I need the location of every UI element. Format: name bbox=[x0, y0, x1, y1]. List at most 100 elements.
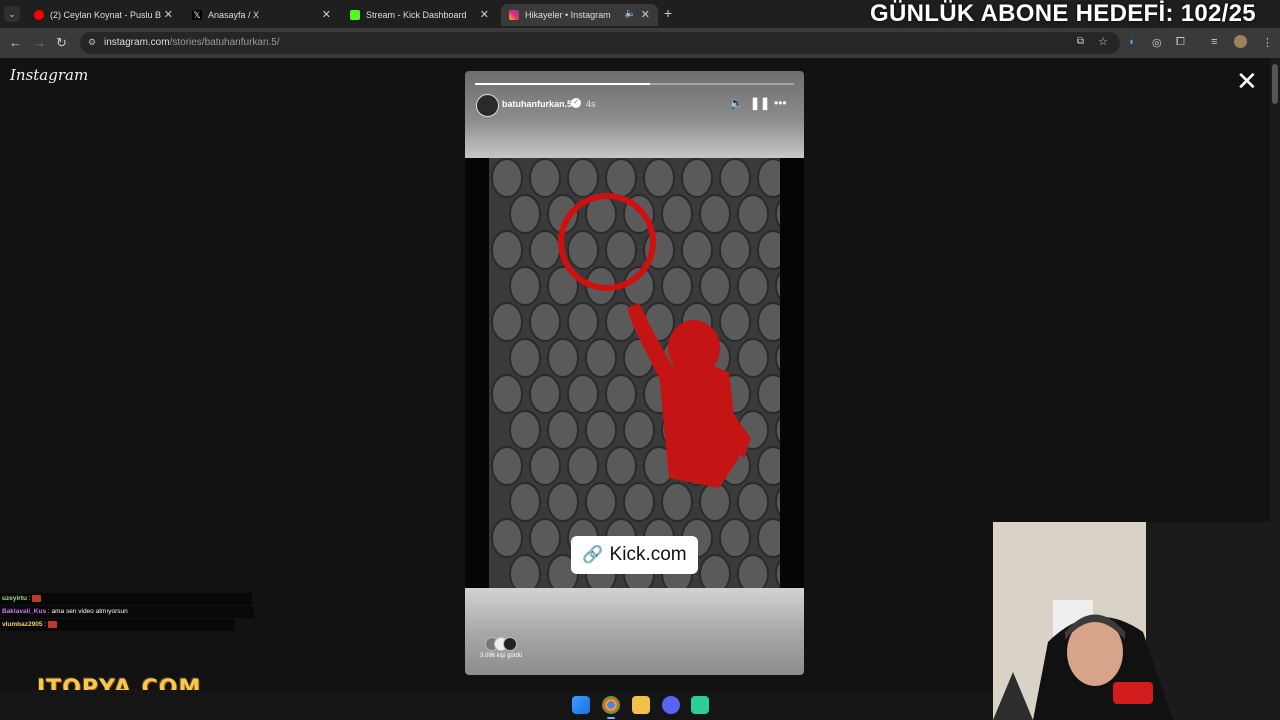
crowd-head bbox=[605, 374, 637, 414]
crowd-head bbox=[737, 194, 769, 234]
chat-message: vlumbaz2905 : bbox=[0, 619, 235, 631]
tab-title: Stream - Kick Dashboard bbox=[366, 10, 467, 20]
pause-icon[interactable]: ❚❚ bbox=[750, 96, 770, 110]
avatar[interactable] bbox=[476, 94, 499, 117]
crowd-head bbox=[491, 374, 523, 414]
crowd-head bbox=[737, 554, 769, 588]
media-control-icon[interactable]: ≡ bbox=[1211, 36, 1217, 48]
crowd-head bbox=[509, 266, 541, 306]
close-icon[interactable]: ✕ bbox=[1236, 68, 1258, 94]
crowd-head bbox=[585, 482, 617, 522]
profile-avatar-icon[interactable] bbox=[1234, 35, 1247, 48]
crowd-head bbox=[757, 518, 780, 558]
crowd-head bbox=[491, 518, 523, 558]
crowd-head bbox=[661, 482, 693, 522]
new-tab-button[interactable]: + bbox=[664, 5, 672, 21]
close-tab-icon[interactable]: ✕ bbox=[322, 8, 331, 21]
tab-title: Hikayeler • Instagram bbox=[525, 10, 611, 20]
crowd-head bbox=[567, 374, 599, 414]
chat-message: Baklavali_Kus : ama sen video atmıyorsun bbox=[0, 606, 254, 618]
crowd-head bbox=[699, 554, 731, 588]
chat-username: uzeyirtu bbox=[2, 595, 27, 602]
more-options-icon[interactable]: ••• bbox=[774, 96, 787, 110]
tab-x[interactable]: 𝕏 Anasayfa / X ✕ bbox=[184, 4, 339, 26]
file-explorer-icon[interactable] bbox=[632, 696, 650, 714]
close-tab-icon[interactable]: ✕ bbox=[480, 8, 489, 21]
story-username[interactable]: batuhanfurkan.5 bbox=[502, 99, 572, 109]
crowd-head bbox=[605, 230, 637, 270]
extension-icon[interactable]: ◎ bbox=[1152, 36, 1162, 49]
crowd-head bbox=[681, 158, 713, 198]
crowd-head bbox=[661, 266, 693, 306]
crowd-head bbox=[509, 194, 541, 234]
tab-youtube[interactable]: (2) Ceylan Koynat - Puslu B ✕ bbox=[26, 4, 181, 26]
speaker-icon[interactable]: 🔈 bbox=[625, 8, 636, 19]
chat-text: ama sen video atmıyorsun bbox=[51, 608, 128, 615]
crowd-head bbox=[547, 410, 579, 450]
audio-icon[interactable]: ◖ bbox=[1128, 36, 1135, 48]
address-bar[interactable]: ⚙ instagram.com/stories/batuhanfurkan.5/… bbox=[80, 32, 1120, 54]
kick-favicon-icon bbox=[350, 10, 360, 20]
tab-instagram[interactable]: Hikayeler • Instagram 🔈 ✕ bbox=[501, 4, 658, 26]
tab-title: Anasayfa / X bbox=[208, 10, 260, 20]
crowd-head bbox=[737, 266, 769, 306]
crowd-head bbox=[757, 158, 780, 198]
close-tab-icon[interactable]: ✕ bbox=[641, 8, 650, 21]
link-sticker[interactable]: 🔗 Kick.com bbox=[571, 536, 698, 574]
arrow-left-icon[interactable]: ← bbox=[9, 35, 22, 50]
bookmark-star-icon[interactable]: ☆ bbox=[1098, 35, 1108, 48]
story-progress-bar bbox=[475, 83, 794, 85]
crowd-head bbox=[623, 410, 655, 450]
story-footer bbox=[465, 588, 804, 675]
site-info-icon[interactable]: ⚙ bbox=[88, 37, 96, 48]
crowd-head bbox=[585, 410, 617, 450]
instagram-logo[interactable]: Instagram bbox=[10, 66, 88, 84]
webcam-feed bbox=[993, 522, 1280, 720]
discord-icon[interactable] bbox=[662, 696, 680, 714]
crowd-head bbox=[699, 482, 731, 522]
crowd-head bbox=[605, 446, 637, 486]
tab-kick[interactable]: Stream - Kick Dashboard ✕ bbox=[342, 4, 497, 26]
close-tab-icon[interactable]: ✕ bbox=[164, 8, 173, 21]
install-app-icon[interactable]: ⧉ bbox=[1077, 36, 1084, 47]
volume-icon[interactable]: 🔈 bbox=[729, 96, 744, 110]
reload-icon[interactable]: ↻ bbox=[56, 35, 67, 51]
link-icon: 🔗 bbox=[582, 545, 604, 564]
crowd-head bbox=[757, 446, 780, 486]
crowd-head bbox=[567, 446, 599, 486]
tab-search-icon[interactable]: ⌄ bbox=[4, 6, 20, 22]
view-count[interactable]: 3.096 kişi gördü bbox=[480, 653, 522, 659]
crowd-head bbox=[529, 374, 561, 414]
story-media[interactable]: 🔗 Kick.com bbox=[465, 158, 804, 588]
chat-username: Baklavali_Kus bbox=[2, 608, 47, 615]
crowd-head bbox=[737, 482, 769, 522]
crowd-head bbox=[547, 482, 579, 522]
crowd-head bbox=[567, 302, 599, 342]
youtube-favicon-icon bbox=[34, 10, 44, 20]
crowd-head bbox=[491, 446, 523, 486]
app-icon[interactable] bbox=[691, 696, 709, 714]
story-viewer[interactable]: batuhanfurkan.5 ✓ 4s 🔈 ❚❚ ••• 🔗 Kick.com… bbox=[465, 71, 804, 675]
crowd-head bbox=[547, 338, 579, 378]
puzzle-icon[interactable]: ⧠ bbox=[1176, 36, 1185, 49]
crowd-head bbox=[567, 230, 599, 270]
crowd-head bbox=[661, 194, 693, 234]
crowd-head bbox=[699, 194, 731, 234]
windows-start-icon[interactable] bbox=[572, 696, 590, 714]
chrome-icon[interactable] bbox=[602, 696, 620, 719]
crowd-head bbox=[509, 410, 541, 450]
crowd-head bbox=[529, 158, 561, 198]
crowd-head bbox=[737, 338, 769, 378]
scrollbar-thumb[interactable] bbox=[1272, 64, 1278, 104]
crowd-head bbox=[719, 158, 751, 198]
verified-badge-icon: ✓ bbox=[571, 98, 581, 108]
crowd-head bbox=[509, 338, 541, 378]
menu-dots-icon[interactable]: ⋮ bbox=[1262, 36, 1273, 49]
arrow-right-icon[interactable]: → bbox=[33, 35, 46, 50]
emote-icon bbox=[32, 594, 42, 602]
url-path: /stories/batuhanfurkan.5/ bbox=[169, 37, 280, 48]
crowd-head bbox=[585, 338, 617, 378]
url-host: instagram.com bbox=[104, 37, 170, 48]
browser-toolbar: ← → ↻ ⚙ instagram.com/stories/batuhanfur… bbox=[0, 28, 1280, 58]
crowd-head bbox=[509, 482, 541, 522]
